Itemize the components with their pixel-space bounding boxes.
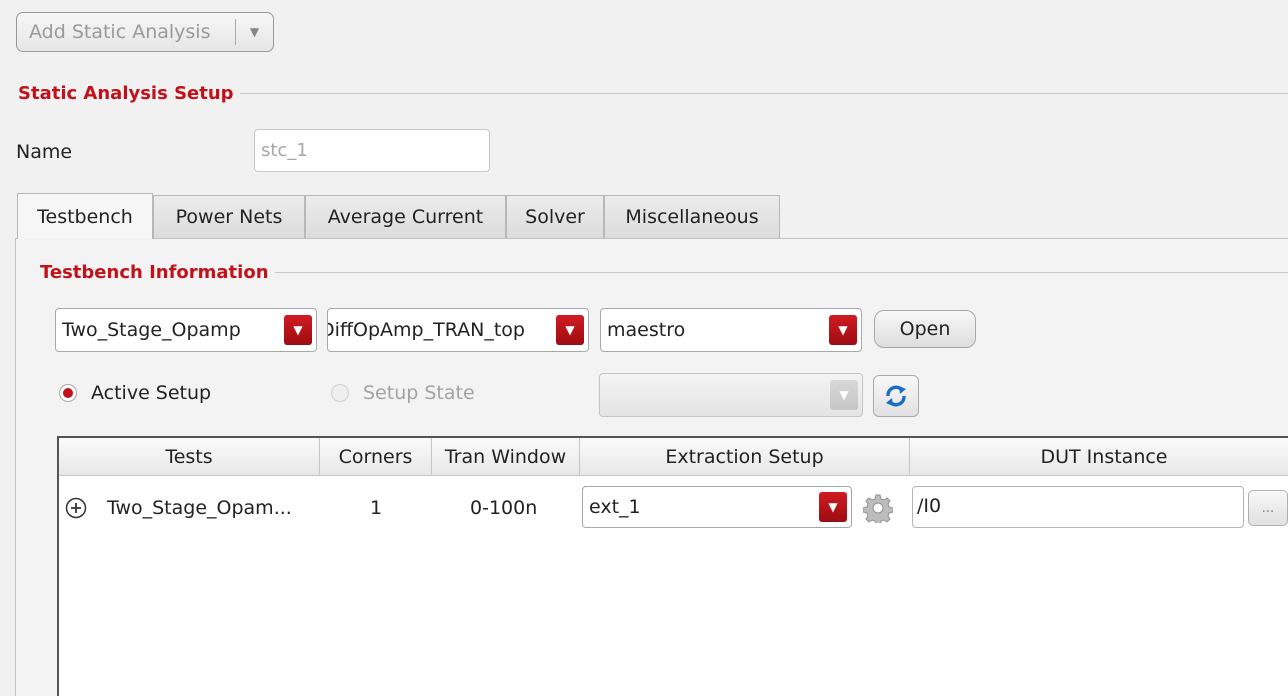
gear-icon[interactable] [862,493,894,526]
cell-value: DiffOpAmp_TRAN_top [327,319,525,341]
expand-icon[interactable] [65,497,87,519]
library-select[interactable]: Two_Stage_Opamp ▼ [55,308,317,352]
radio-selected-icon [59,384,77,402]
dut-instance-field[interactable]: /I0 [912,486,1244,528]
column-header-dut-instance[interactable]: DUT Instance [910,438,1288,476]
test-name: Two_Stage_Opam... [107,497,292,519]
browse-button[interactable]: ... [1248,490,1288,526]
open-button[interactable]: Open [874,310,976,348]
tab-power-nets[interactable]: Power Nets [153,195,305,238]
refresh-icon [886,385,906,407]
chevron-down-icon[interactable]: ▼ [830,380,858,410]
setup-state-radio[interactable]: Setup State [331,382,475,404]
tab-testbench[interactable]: Testbench [17,193,153,239]
testbench-information-header: Testbench Information [40,262,1288,283]
cell-select[interactable]: DiffOpAmp_TRAN_top ▼ [327,308,589,352]
add-static-analysis-label: Add Static Analysis [29,21,211,43]
column-header-corners[interactable]: Corners [320,438,432,476]
tab-solver[interactable]: Solver [506,195,604,238]
name-field[interactable]: stc_1 [254,129,490,172]
chevron-down-icon[interactable]: ▼ [556,315,584,345]
chevron-down-icon[interactable]: ▼ [819,492,847,522]
view-value: maestro [607,319,686,341]
chevron-down-icon[interactable]: ▼ [829,315,857,345]
column-header-tests[interactable]: Tests [59,438,320,476]
name-label: Name [16,141,73,163]
section-title: Static Analysis Setup [18,83,234,104]
library-value: Two_Stage_Opamp [62,319,241,341]
dut-instance-value: /I0 [917,495,942,517]
setup-state-select[interactable]: ▼ [599,373,863,417]
static-analysis-setup-header: Static Analysis Setup [18,83,1288,104]
tests-table: Tests Corners Tran Window Extraction Set… [57,436,1288,696]
corners-value: 1 [370,497,383,519]
column-header-tran-window[interactable]: Tran Window [432,438,580,476]
tran-window-value: 0-100n [470,497,538,519]
active-setup-radio[interactable]: Active Setup [59,382,211,404]
view-select[interactable]: maestro ▼ [600,308,862,352]
column-header-extraction-setup[interactable]: Extraction Setup [580,438,910,476]
radio-unselected-icon [331,384,349,402]
extraction-setup-value: ext_1 [589,496,641,518]
chevron-down-icon[interactable]: ▼ [236,25,273,39]
add-static-analysis-button[interactable]: Add Static Analysis ▼ [16,12,274,52]
refresh-button[interactable] [873,375,919,417]
tab-miscellaneous[interactable]: Miscellaneous [604,195,780,238]
tab-average-current[interactable]: Average Current [305,195,506,238]
extraction-setup-select[interactable]: ext_1 ▼ [582,486,852,528]
section-title: Testbench Information [40,262,269,283]
chevron-down-icon[interactable]: ▼ [284,315,312,345]
